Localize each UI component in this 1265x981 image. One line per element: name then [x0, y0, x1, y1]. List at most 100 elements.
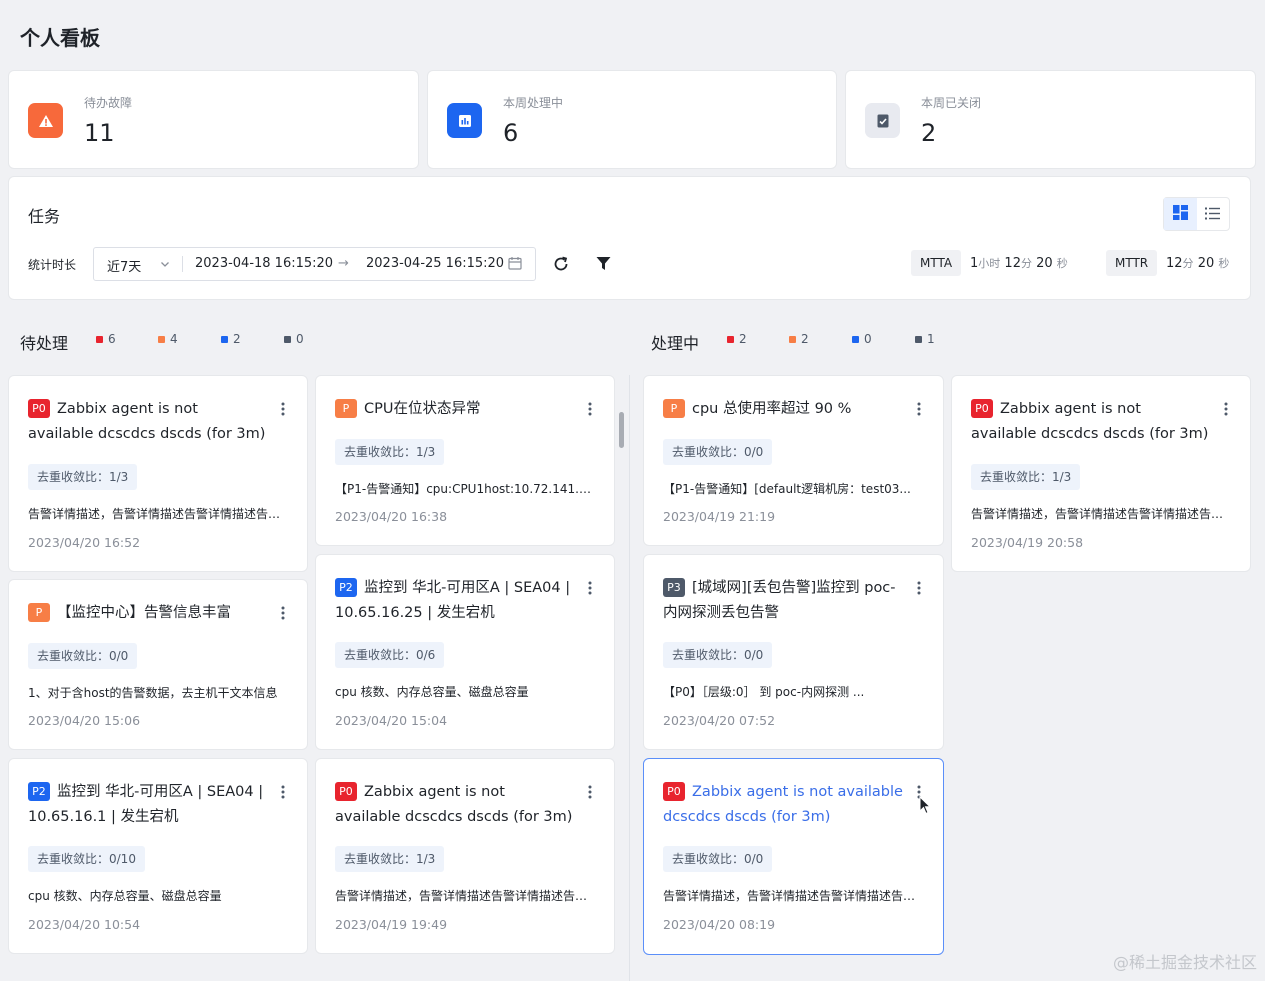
alert-title[interactable]: P2 监控到 华北-可用区A | SEA04 | 10.65.16.1 | 发生宕… [28, 780, 267, 830]
range-arrow: → [338, 256, 349, 271]
board-view-button[interactable] [1164, 198, 1197, 230]
alert-time: 2023/04/20 16:38 [335, 509, 448, 524]
alert-description: 【P1-告警通知】cpu:CPU1host:10.72.141.1... [335, 482, 595, 496]
more-vertical-icon[interactable] [281, 605, 285, 624]
more-vertical-icon[interactable] [917, 401, 921, 420]
chart-icon [447, 103, 482, 138]
priority-badge: P0 [971, 399, 993, 418]
stat-label: 本周已关闭 [921, 96, 982, 110]
clipboard-check-icon [865, 103, 900, 138]
alert-title[interactable]: P0 Zabbix agent is not available dcscdcs … [663, 780, 903, 830]
alert-time: 2023/04/20 15:06 [28, 713, 141, 728]
dedup-ratio-tag: 去重收敛比：0/10 [28, 846, 145, 872]
dedup-ratio-tag: 去重收敛比：1/3 [28, 464, 138, 490]
dedup-ratio-tag: 去重收敛比：1/3 [335, 846, 445, 872]
legend-item: 0 [284, 332, 304, 346]
dedup-ratio-tag: 去重收敛比：0/0 [28, 643, 138, 669]
stat-card-pending[interactable]: 待办故障 11 [8, 70, 419, 169]
priority-badge: P3 [663, 578, 685, 597]
start-date-input[interactable]: 2023-04-18 16:15:20 [195, 256, 333, 271]
alert-card[interactable]: P 【监控中心】告警信息丰富 去重收敛比：0/0 1、对于含host的告警数据，去… [8, 579, 308, 750]
stat-card-processing[interactable]: 本周处理中 6 [427, 70, 837, 169]
alert-description: 【P0】［层级:0］ 到 poc-内网探测 ... [663, 685, 865, 699]
alert-time: 2023/04/20 07:52 [663, 713, 776, 728]
alert-description: cpu 核数、内存总容量、磁盘总容量 [28, 889, 222, 903]
more-vertical-icon[interactable] [588, 784, 592, 803]
chevron-down-icon[interactable] [160, 258, 170, 273]
stat-card-closed[interactable]: 本周已关闭 2 [845, 70, 1256, 169]
dedup-ratio-tag: 去重收敛比：1/3 [335, 439, 445, 465]
alert-title[interactable]: Pcpu 总使用率超过 90 % [663, 397, 903, 422]
alert-description: 告警详情描述，告警详情描述告警详情描述告警详情描述 [28, 507, 288, 521]
view-toggle[interactable] [1163, 197, 1230, 231]
more-vertical-icon[interactable] [588, 401, 592, 420]
alert-time: 2023/04/20 08:19 [663, 917, 776, 932]
calendar-icon[interactable] [508, 256, 522, 274]
alert-title[interactable]: P2 监控到 华北-可用区A | SEA04 | 10.65.16.25 | 发生… [335, 576, 574, 626]
alert-card[interactable]: P CPU在位状态异常 去重收敛比：1/3 【P1-告警通知】cpu:CPU1ho… [315, 375, 615, 546]
task-title: 任务 [28, 207, 61, 226]
alert-title[interactable]: P0 Zabbix agent is not available dcscdcs … [28, 397, 267, 447]
mouse-cursor-icon [919, 795, 932, 819]
stat-label: 待办故障 [84, 96, 133, 110]
column-title-processing: 处理中 [651, 334, 700, 353]
priority-badge: P [28, 603, 50, 622]
filter-icon[interactable] [596, 256, 611, 275]
priority-badge: P0 [28, 399, 50, 418]
scrollbar-thumb[interactable] [619, 412, 624, 448]
alert-description: 告警详情描述，告警详情描述告警详情描述告警详情描述 [971, 507, 1231, 521]
mtta-value: 1小时 12分 20 秒 [970, 256, 1068, 271]
alert-card[interactable]: P3 [城域网][丢包告警]监控到 poc-内网探测丢包告警 去重收敛比：0/0 … [643, 554, 944, 750]
list-view-button[interactable] [1197, 198, 1230, 230]
alert-title[interactable]: P 【监控中心】告警信息丰富 [28, 601, 267, 626]
alert-description: 【P1-告警通知】[default逻辑机房：test03... [663, 482, 911, 496]
alert-description: 告警详情描述，告警详情描述告警详情描述告警详情描述 [335, 889, 595, 903]
alert-card-hovered[interactable]: P0 Zabbix agent is not available dcscdcs … [643, 758, 944, 955]
alert-card[interactable]: Pcpu 总使用率超过 90 % 去重收敛比：0/0 【P1-告警通知】[def… [643, 375, 944, 546]
legend-item: 1 [915, 332, 935, 346]
stat-value: 11 [84, 119, 115, 147]
priority-badge: P0 [335, 782, 357, 801]
alert-card[interactable]: P0 Zabbix agent is not available dcscdcs … [951, 375, 1251, 572]
alert-card[interactable]: P0 Zabbix agent is not available dcscdcs … [315, 758, 615, 954]
alert-time: 2023/04/19 20:58 [971, 535, 1084, 550]
alert-title[interactable]: P0 Zabbix agent is not available dcscdcs … [971, 397, 1210, 447]
end-date-input[interactable]: 2023-04-25 16:15:20 [366, 256, 504, 271]
legend-item: 6 [96, 332, 116, 346]
alert-card[interactable]: P2 监控到 华北-可用区A | SEA04 | 10.65.16.25 | 发生… [315, 554, 615, 750]
stat-value: 6 [503, 119, 519, 147]
mttr-value: 12分 20 秒 [1166, 256, 1230, 271]
legend-item: 2 [789, 332, 809, 346]
range-select[interactable]: 近7天 [107, 256, 141, 275]
alert-card[interactable]: P2 监控到 华北-可用区A | SEA04 | 10.65.16.1 | 发生宕… [8, 758, 308, 954]
column-title-pending: 待处理 [20, 334, 69, 353]
legend-item: 2 [221, 332, 241, 346]
legend-item: 2 [727, 332, 747, 346]
alert-title[interactable]: P CPU在位状态异常 [335, 397, 574, 422]
refresh-icon[interactable] [552, 255, 570, 277]
task-panel: 任务 统计时长 近7天 2023-04-18 16:15:20 → 2023-0… [8, 176, 1251, 300]
priority-badge: P2 [28, 782, 50, 801]
more-vertical-icon[interactable] [588, 580, 592, 599]
alert-time: 2023/04/19 21:19 [663, 509, 776, 524]
alert-description: 告警详情描述，告警详情描述告警详情描述告警详情描述 [663, 889, 924, 903]
alert-time: 2023/04/20 15:04 [335, 713, 448, 728]
more-vertical-icon[interactable] [281, 401, 285, 420]
mtta-tag: MTTA [911, 250, 962, 276]
dedup-ratio-tag: 去重收敛比：0/0 [663, 846, 773, 872]
alert-description: cpu 核数、内存总容量、磁盘总容量 [335, 685, 529, 699]
alert-time: 2023/04/19 19:49 [335, 917, 448, 932]
stat-label: 本周处理中 [503, 96, 564, 110]
alert-title[interactable]: P0 Zabbix agent is not available dcscdcs … [335, 780, 574, 830]
legend-item: 4 [158, 332, 178, 346]
dedup-ratio-tag: 去重收敛比：0/0 [663, 439, 773, 465]
stat-value: 2 [921, 119, 937, 147]
date-range-picker[interactable]: 近7天 2023-04-18 16:15:20 → 2023-04-25 16:… [93, 247, 536, 281]
more-vertical-icon[interactable] [917, 580, 921, 599]
more-vertical-icon[interactable] [1224, 401, 1228, 420]
alert-title[interactable]: P3 [城域网][丢包告警]监控到 poc-内网探测丢包告警 [663, 576, 903, 626]
alert-card[interactable]: P0 Zabbix agent is not available dcscdcs … [8, 375, 308, 572]
priority-badge: P0 [663, 782, 685, 801]
more-vertical-icon[interactable] [281, 784, 285, 803]
priority-badge: P [335, 399, 357, 418]
